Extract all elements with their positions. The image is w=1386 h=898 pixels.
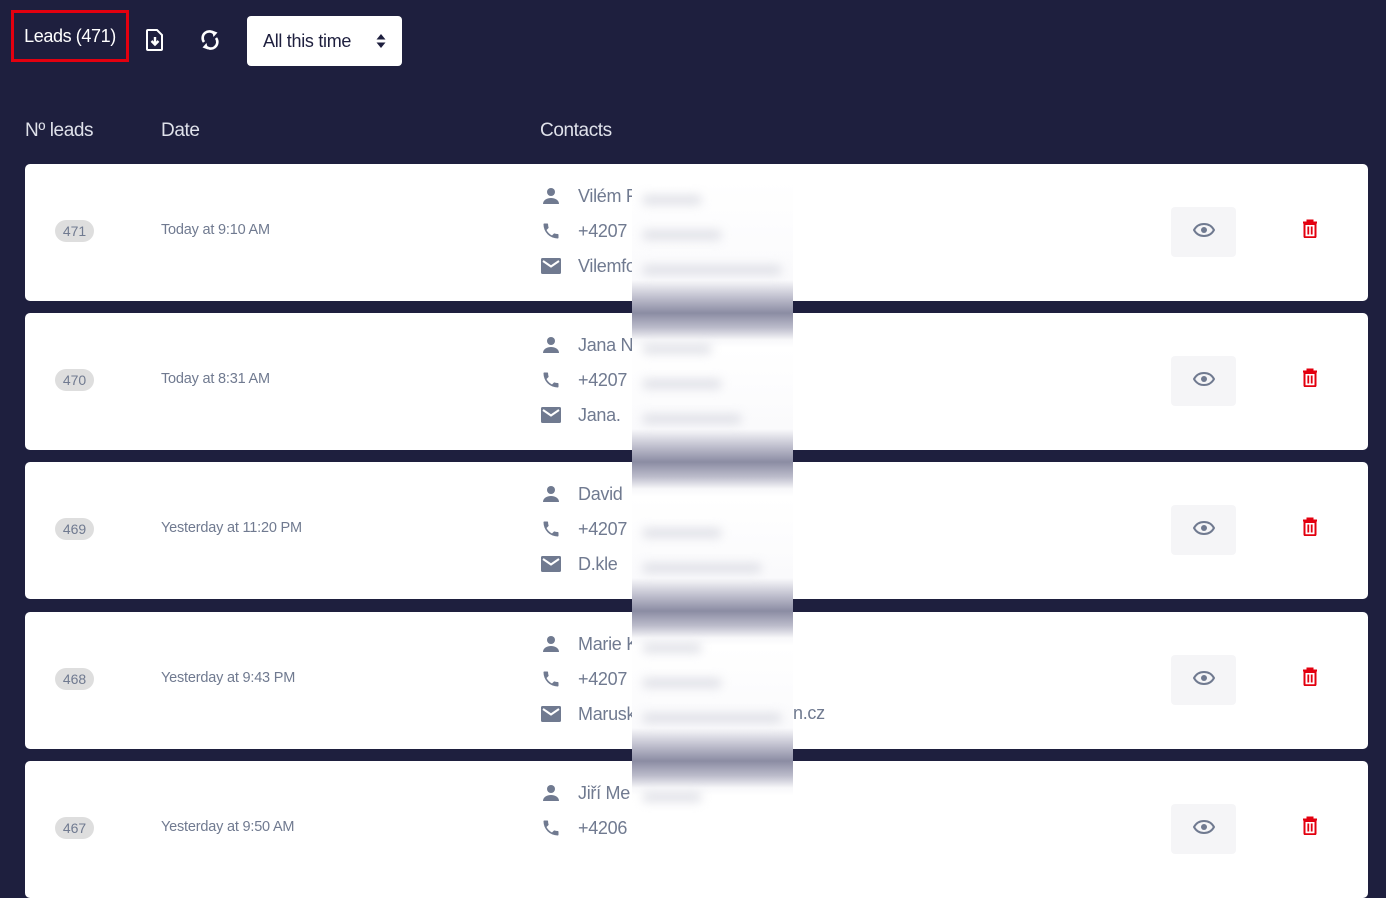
contact-phone: +4206 xyxy=(578,817,628,838)
lead-number-badge: 469 xyxy=(55,518,94,540)
view-lead-button[interactable] xyxy=(1171,804,1236,854)
delete-lead-button[interactable] xyxy=(1297,516,1323,542)
lead-date: Yesterday at 11:20 PM xyxy=(161,520,302,536)
sync-icon xyxy=(201,30,219,50)
contact-name-line: Marie K xyxy=(540,632,638,656)
view-lead-button[interactable] xyxy=(1171,207,1236,257)
person-icon xyxy=(540,782,562,804)
eye-icon xyxy=(1192,520,1215,540)
eye-icon xyxy=(1192,371,1215,391)
mail-icon xyxy=(540,404,562,426)
contact-email-line: Vilemfo xyxy=(540,254,636,278)
mail-icon xyxy=(540,703,562,725)
phone-icon xyxy=(540,369,562,391)
lead-number-badge: 468 xyxy=(55,668,94,690)
person-icon xyxy=(540,633,562,655)
export-button[interactable] xyxy=(141,26,169,54)
delete-lead-button[interactable] xyxy=(1297,666,1323,692)
phone-icon xyxy=(540,518,562,540)
contact-email: Jana. xyxy=(578,404,621,425)
contact-email: Marusk xyxy=(578,703,636,724)
contact-phone-line: +4207 xyxy=(540,667,627,691)
lead-number-badge: 471 xyxy=(55,220,94,242)
view-lead-button[interactable] xyxy=(1171,505,1236,555)
contact-phone: +4207 xyxy=(578,369,628,390)
eye-icon xyxy=(1192,819,1215,839)
contact-name: Jana N xyxy=(578,334,634,355)
delete-lead-button[interactable] xyxy=(1297,815,1323,841)
contact-name-line: David xyxy=(540,482,623,506)
person-icon xyxy=(540,334,562,356)
phone-icon xyxy=(540,668,562,690)
period-select[interactable]: All this time xyxy=(247,16,402,66)
person-icon xyxy=(540,185,562,207)
lead-number-badge: 470 xyxy=(55,369,94,391)
lead-date: Today at 9:10 AM xyxy=(161,222,270,238)
period-select-value: All this time xyxy=(263,30,352,51)
lead-date: Yesterday at 9:50 AM xyxy=(161,819,295,835)
person-icon xyxy=(540,483,562,505)
contact-phone-line: +4207 xyxy=(540,517,627,541)
privacy-blur-overlay xyxy=(632,180,793,830)
contact-name-line: Jiří Me xyxy=(540,781,630,805)
lead-number-badge: 467 xyxy=(55,817,94,839)
phone-icon xyxy=(540,220,562,242)
toolbar: Leads (471) All this time xyxy=(0,0,1386,80)
contact-email-line: Marusk xyxy=(540,702,636,726)
contact-email-line: Jana. xyxy=(540,403,621,427)
lead-date: Today at 8:31 AM xyxy=(161,371,270,387)
eye-icon xyxy=(1192,222,1215,242)
contact-email-line: D.kle xyxy=(540,552,618,576)
contact-name: Jiří Me xyxy=(578,782,630,803)
trash-icon xyxy=(1302,219,1318,243)
eye-icon xyxy=(1192,670,1215,690)
delete-lead-button[interactable] xyxy=(1297,367,1323,393)
phone-icon xyxy=(540,817,562,839)
contact-name-line: Jana N xyxy=(540,333,634,357)
lead-date: Yesterday at 9:43 PM xyxy=(161,670,296,686)
leads-count-title: Leads (471) xyxy=(11,10,129,62)
column-header-contacts: Contacts xyxy=(540,120,612,141)
contact-phone-line: +4207 xyxy=(540,368,627,392)
contact-email: Vilemfo xyxy=(578,255,636,276)
view-lead-button[interactable] xyxy=(1171,356,1236,406)
contact-email: D.kle xyxy=(578,553,618,574)
contact-name: Marie K xyxy=(578,633,638,654)
column-header-number: Nº leads xyxy=(25,120,94,141)
column-header-date: Date xyxy=(161,120,200,141)
trash-icon xyxy=(1302,368,1318,392)
contact-name: Vilém F xyxy=(578,185,637,206)
mail-icon xyxy=(540,255,562,277)
trash-icon xyxy=(1302,667,1318,691)
trash-icon xyxy=(1302,517,1318,541)
contact-phone-line: +4206 xyxy=(540,816,627,840)
delete-lead-button[interactable] xyxy=(1297,218,1323,244)
contact-phone: +4207 xyxy=(578,668,628,689)
contact-phone-line: +4207 xyxy=(540,219,627,243)
trash-icon xyxy=(1302,816,1318,840)
email-tail-text: n.cz xyxy=(793,703,825,723)
refresh-button[interactable] xyxy=(196,26,224,54)
sort-caret-icon xyxy=(376,34,386,48)
contact-name-line: Vilém F xyxy=(540,184,637,208)
view-lead-button[interactable] xyxy=(1171,655,1236,705)
contact-name: David xyxy=(578,483,623,504)
contact-phone: +4207 xyxy=(578,220,628,241)
mail-icon xyxy=(540,553,562,575)
contact-phone: +4207 xyxy=(578,518,628,539)
file-download-icon xyxy=(146,29,163,51)
